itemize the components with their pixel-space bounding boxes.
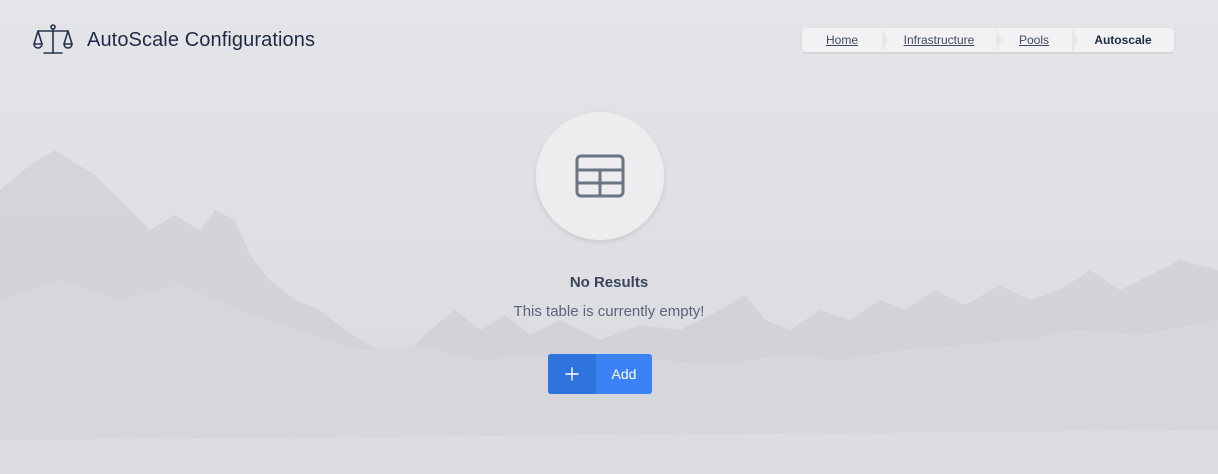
breadcrumb-home[interactable]: Home bbox=[802, 28, 888, 52]
breadcrumb-pools[interactable]: Pools bbox=[996, 28, 1078, 52]
plus-icon bbox=[565, 367, 579, 381]
page-header: AutoScale Configurations bbox=[33, 22, 315, 58]
table-icon bbox=[575, 154, 625, 198]
add-button-label: Add bbox=[611, 366, 637, 382]
empty-state-message: This table is currently empty! bbox=[513, 303, 705, 320]
breadcrumb-infrastructure[interactable]: Infrastructure bbox=[882, 28, 1002, 52]
empty-state-icon-circle bbox=[536, 112, 664, 240]
empty-state-title: No Results bbox=[569, 274, 649, 291]
add-button-icon-area bbox=[548, 354, 596, 394]
page-title: AutoScale Configurations bbox=[87, 28, 316, 51]
balance-scale-icon bbox=[33, 24, 73, 54]
breadcrumb: Home Infrastructure Pools Autoscale bbox=[802, 28, 1174, 52]
breadcrumb-autoscale-current: Autoscale bbox=[1094, 33, 1152, 47]
add-button[interactable]: Add bbox=[548, 354, 652, 394]
